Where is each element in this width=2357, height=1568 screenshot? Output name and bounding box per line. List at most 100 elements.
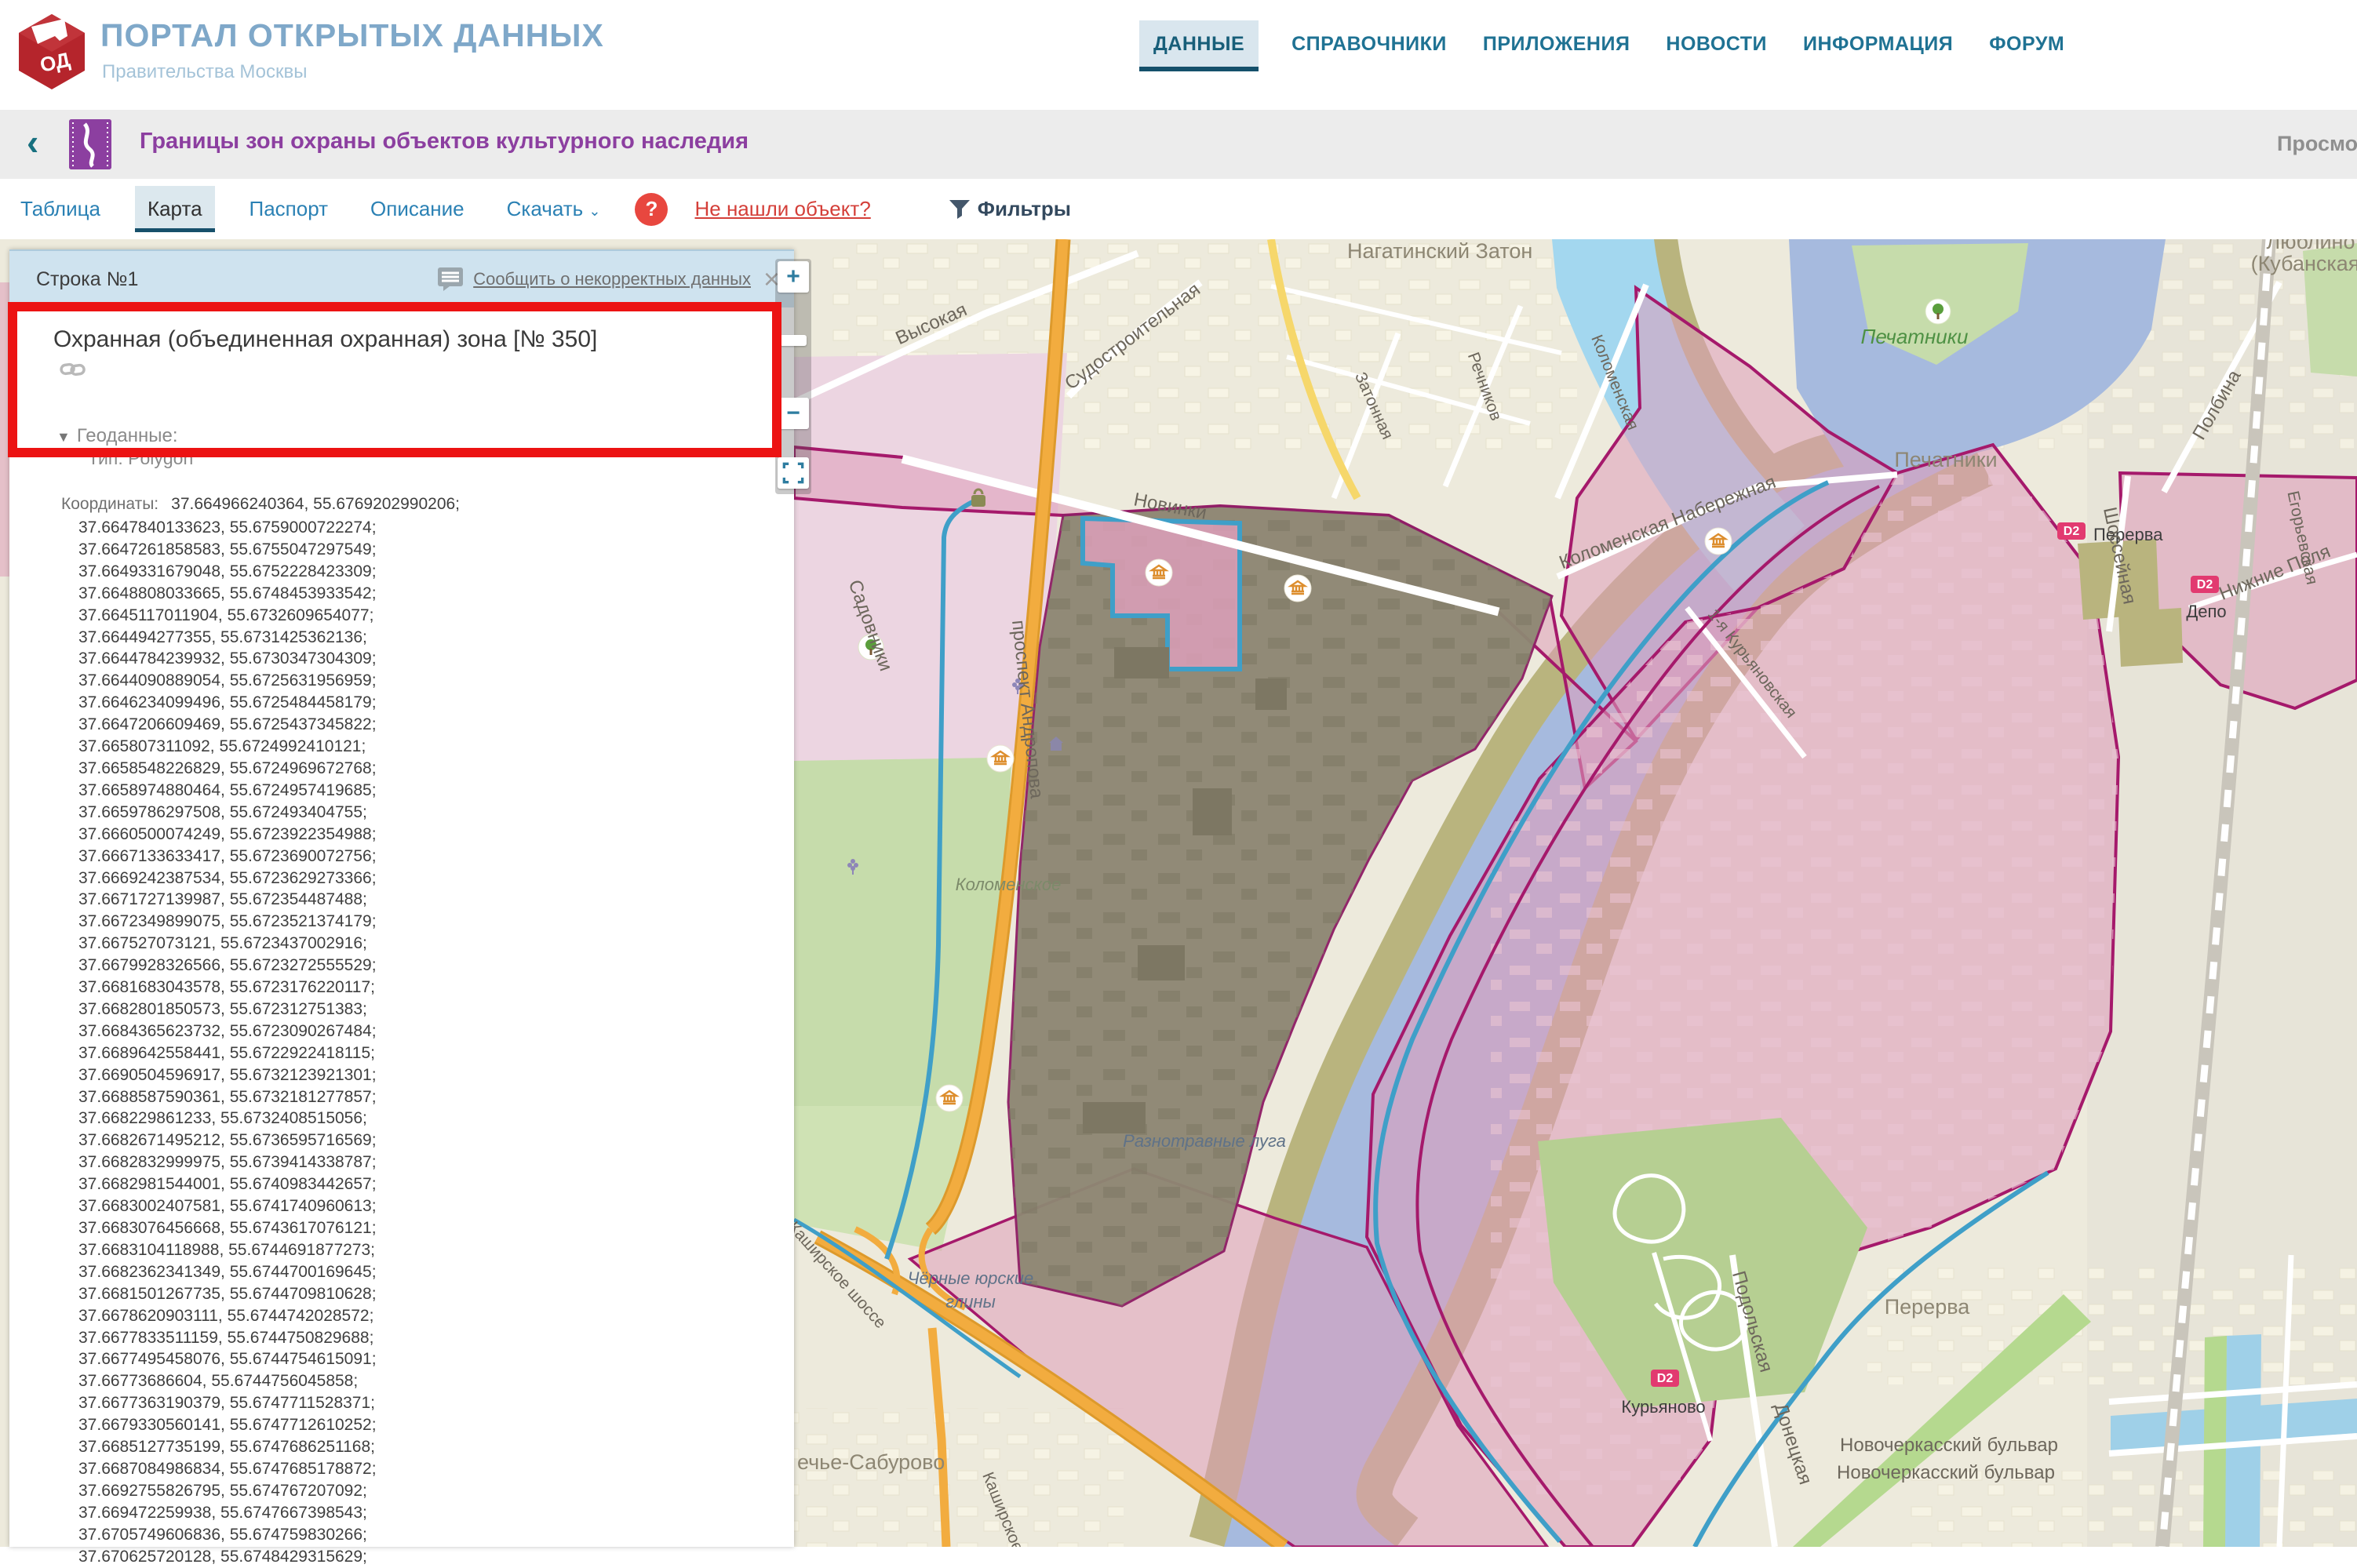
coordinate-pair: 37.6645117011904, 55.6732609654077;	[78, 605, 377, 627]
dataset-tabs: Таблица Карта Паспорт Описание Скачать ⌄…	[0, 179, 2357, 239]
coordinate-pair: 37.6692755826795, 55.674767207092;	[78, 1480, 377, 1502]
nav-item-apps[interactable]: ПРИЛОЖЕНИЯ	[1480, 20, 1634, 70]
filters-button[interactable]: Фильтры	[949, 197, 1071, 221]
speech-bubble-icon	[437, 267, 465, 292]
coordinate-pair: 37.6682671495212, 55.6736595716569;	[78, 1130, 377, 1151]
coordinate-pair: 37.6682362341349, 55.6744700169645;	[78, 1261, 377, 1283]
coordinate-pair: 37.6677363190379, 55.6747711528371;	[78, 1392, 377, 1414]
site-header: ОД ПОРТАЛ ОТКРЫТЫХ ДАННЫХ Правительства …	[0, 0, 2357, 110]
coordinate-pair: 37.6705749606836, 55.674759830266;	[78, 1524, 377, 1546]
nav-item-directories[interactable]: СПРАВОЧНИКИ	[1288, 20, 1450, 70]
coordinate-pair: 37.6679330560141, 55.6747712610252;	[78, 1414, 377, 1436]
map-label-kuryanovo: Курьяново	[1621, 1397, 1705, 1417]
feature-info-panel: Строка №1 Сообщить о некорректных данных…	[9, 249, 794, 1547]
svg-text:D2: D2	[1657, 1372, 1674, 1385]
portal-subtitle: Правительства Москвы	[102, 61, 307, 83]
object-not-found-link[interactable]: Не нашли объект?	[694, 197, 870, 221]
coordinates-first-row: Координаты:37.664966240364, 55.676920299…	[61, 495, 460, 514]
coordinate-pair: 37.6677495458076, 55.6744754615091;	[78, 1348, 377, 1370]
coordinate-pair: 37.6658974880464, 55.6724957419685;	[78, 780, 377, 802]
coordinate-pair: 37.6689642558441, 55.6722922418115;	[78, 1042, 377, 1064]
row-label: Строка №1	[36, 268, 138, 291]
coordinate-pair: 37.664494277355, 55.6731425362136;	[78, 627, 377, 649]
coordinate-pair: 37.6683002407581, 55.6741740960613;	[78, 1195, 377, 1217]
map-label-pererva-south: Перерва	[1885, 1295, 1971, 1319]
dataset-title: Границы зон охраны объектов культурного …	[140, 129, 749, 155]
coordinate-pair: 37.6683104118988, 55.6744691877273;	[78, 1239, 377, 1261]
map-label-novocherkassky-2: Новочеркасский бульвар	[1837, 1462, 2055, 1483]
coordinate-pair: 37.6644090889054, 55.6725631956959;	[78, 670, 377, 692]
coordinates-list: 37.6647840133623, 55.6759000722274;37.66…	[78, 517, 377, 1568]
coordinate-pair: 37.6671727139987, 55.672354487488;	[78, 889, 377, 911]
tab-download[interactable]: Скачать ⌄	[499, 186, 609, 232]
coordinate-pair: 37.670625720128, 55.6748429315629;	[78, 1546, 377, 1568]
report-incorrect-data-link[interactable]: Сообщить о некорректных данных	[437, 267, 751, 292]
object-title: Охранная (объединенная охранная) зона [№…	[53, 325, 603, 387]
coordinate-pair: 37.6646234099496, 55.6725484458179;	[78, 692, 377, 714]
panel-header: Строка №1 Сообщить о некорректных данных…	[9, 249, 794, 307]
coordinate-pair: 37.66773686604, 55.6744756045858;	[78, 1370, 377, 1392]
nav-item-info[interactable]: ИНФОРМАЦИЯ	[1800, 20, 1956, 70]
main-nav: ДАННЫЕ СПРАВОЧНИКИ ПРИЛОЖЕНИЯ НОВОСТИ ИН…	[1139, 20, 2067, 71]
coordinate-pair: 37.665807311092, 55.6724992410121;	[78, 736, 377, 758]
map-label-pechatniki: Печатники	[1894, 448, 1997, 471]
coordinate-pair: 37.6647206609469, 55.6725437345822;	[78, 714, 377, 736]
coordinate-pair: 37.6682801850573, 55.672312751383;	[78, 999, 377, 1020]
fullscreen-icon	[781, 461, 805, 485]
coordinate-pair: 37.6684365623732, 55.6723090267484;	[78, 1020, 377, 1042]
tab-description[interactable]: Описание	[362, 186, 472, 232]
coordinate-pair: 37.6647840133623, 55.6759000722274;	[78, 517, 377, 539]
coordinate-pair: 37.6685127735199, 55.6747686251168;	[78, 1436, 377, 1458]
zoom-in-button[interactable]: +	[778, 261, 809, 293]
map-label-raznotravnye: Разнотравные луга	[1123, 1131, 1286, 1151]
nav-item-data[interactable]: ДАННЫЕ	[1139, 20, 1259, 71]
coordinate-pair: 37.668229861233, 55.6732408515056;	[78, 1108, 377, 1130]
map-label-pechatniki-park: Печатники	[1861, 325, 1969, 348]
coordinate-pair: 37.669472259938, 55.6747667398543;	[78, 1502, 377, 1524]
coordinate-pair: 37.6658548226829, 55.6724969672768;	[78, 758, 377, 780]
coordinate-pair: 37.6690504596917, 55.6732123921301;	[78, 1064, 377, 1086]
map-label-kubanskaya: (Кубанская	[2251, 252, 2357, 275]
permalink-icon[interactable]	[60, 358, 86, 387]
geometry-type: Тип: Polygon	[88, 448, 193, 469]
coordinate-pair: 37.6660500074249, 55.6723922354988;	[78, 824, 377, 846]
coordinate-pair: 37.6677833511159, 55.6744750829688;	[78, 1327, 377, 1349]
coordinate-pair: 37.6667133633417, 55.6723690072756;	[78, 846, 377, 868]
map-label-kolomenskoye: Коломенское	[956, 875, 1062, 894]
coordinate-pair: 37.6672349899075, 55.6723521374179;	[78, 911, 377, 933]
nav-item-news[interactable]: НОВОСТИ	[1663, 20, 1770, 70]
zoom-out-button[interactable]: −	[778, 398, 809, 429]
coordinate-pair: 37.6682832999975, 55.6739414338787;	[78, 1151, 377, 1173]
zoom-slider-handle[interactable]	[780, 335, 807, 346]
map-label-novocherkassky-1: Новочеркасский бульвар	[1840, 1435, 2058, 1456]
map-label-nagatinsky-zaton: Нагатинский Затон	[1347, 239, 1532, 263]
coordinate-pair: 37.6659786297508, 55.672493404755;	[78, 802, 377, 824]
geodata-toggle[interactable]: ▼Геоданные:	[56, 425, 178, 447]
svg-text:D2: D2	[2197, 578, 2213, 591]
map-label-depo: Депо	[2186, 602, 2226, 621]
map-label-chyornye-1: Чёрные юрские	[908, 1268, 1034, 1288]
views-counter: Просмотров	[2277, 132, 2357, 156]
map-label-saburovo: ечье-Сабурово	[797, 1450, 945, 1474]
coordinate-pair: 37.6683076456668, 55.6743617076121;	[78, 1217, 377, 1239]
coordinate-pair: 37.6687084986834, 55.6747685178872;	[78, 1458, 377, 1480]
portal-title[interactable]: ПОРТАЛ ОТКРЫТЫХ ДАННЫХ	[100, 17, 604, 54]
back-button[interactable]: ‹	[27, 121, 38, 163]
coordinate-pair: 37.667527073121, 55.6723437002916;	[78, 933, 377, 955]
dataset-title-bar: ‹ Границы зон охраны объектов культурног…	[0, 110, 2357, 180]
coordinate-pair: 37.6679928326566, 55.6723272555529;	[78, 955, 377, 977]
coordinate-pair: 37.6649331679048, 55.6752228423309;	[78, 561, 377, 583]
coordinate-pair: 37.6681501267735, 55.6744709810628;	[78, 1283, 377, 1305]
portal-logo[interactable]: ОД	[16, 13, 88, 91]
tab-map[interactable]: Карта	[135, 186, 215, 232]
tab-passport[interactable]: Паспорт	[242, 186, 336, 232]
coordinate-pair: 37.6681683043578, 55.6723176220117;	[78, 977, 377, 999]
help-icon[interactable]: ?	[635, 193, 668, 226]
map-label-chyornye-2: глины	[945, 1292, 996, 1312]
nav-item-forum[interactable]: ФОРУМ	[1986, 20, 2067, 70]
fullscreen-button[interactable]	[778, 457, 809, 489]
coordinate-pair: 37.6688587590361, 55.6732181277857;	[78, 1086, 377, 1108]
coordinate-pair: 37.6647261858583, 55.6755047297549;	[78, 539, 377, 561]
tab-table[interactable]: Таблица	[13, 186, 108, 232]
chevron-down-icon: ⌄	[588, 203, 600, 219]
